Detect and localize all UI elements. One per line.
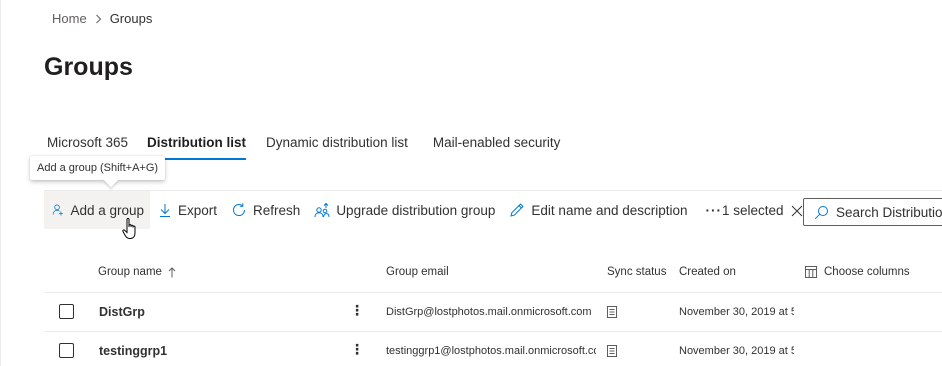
people-upgrade-icon [314, 202, 330, 218]
column-header-sync-status[interactable]: Sync status [607, 266, 666, 278]
column-header-group-name[interactable]: Group name [98, 266, 176, 278]
page-title: Groups [44, 53, 133, 81]
created-on: November 30, 2019 at 5: [679, 345, 794, 357]
row-checkbox[interactable] [59, 343, 74, 358]
created-on: November 30, 2019 at 5: [679, 306, 794, 318]
add-group-tooltip: Add a group (Shift+A+G) [30, 156, 166, 188]
column-header-group-name-label: Group name [98, 266, 162, 278]
refresh-icon [233, 203, 246, 217]
choose-columns-label: Choose columns [824, 266, 910, 278]
refresh-button[interactable]: Refresh [225, 191, 306, 229]
sort-ascending-icon [168, 266, 176, 277]
upgrade-label: Upgrade distribution group [336, 202, 496, 218]
hand-pointer-icon [122, 217, 140, 246]
add-group-label: Add a group [70, 202, 144, 218]
add-person-icon [52, 204, 63, 216]
search-box[interactable] [803, 198, 942, 226]
choose-columns-button[interactable]: Choose columns [805, 266, 910, 278]
sync-status-icon [607, 344, 617, 362]
column-header-group-email[interactable]: Group email [386, 266, 449, 278]
header-divider [44, 292, 942, 293]
breadcrumb: Home Groups [52, 11, 152, 26]
clear-selection-icon[interactable] [791, 205, 803, 217]
breadcrumb-home[interactable]: Home [52, 11, 87, 26]
export-button[interactable]: Export [152, 191, 223, 229]
download-icon [160, 204, 170, 217]
selected-count: 1 selected [722, 203, 784, 218]
command-bar: Add a group Export Refresh Upgrade distr… [44, 191, 728, 229]
row-more-icon[interactable]: ⋮ [350, 342, 364, 356]
export-label: Export [178, 202, 218, 218]
group-email: testinggrp1@lostphotos.mail.onmicrosoft.… [386, 345, 596, 357]
edit-label: Edit name and description [531, 202, 688, 218]
tooltip-beak [103, 172, 119, 188]
column-header-created-on-label: Created on [679, 266, 736, 278]
group-email: DistGrp@lostphotos.mail.onmicrosoft.com [386, 306, 592, 318]
refresh-label: Refresh [253, 202, 301, 218]
breadcrumb-current: Groups [109, 11, 153, 26]
chevron-right-icon [95, 14, 102, 24]
row-more-icon[interactable]: ⋮ [350, 303, 364, 317]
columns-icon [805, 266, 817, 278]
group-name[interactable]: DistGrp [99, 305, 145, 319]
sync-status-icon [607, 305, 617, 323]
row-checkbox[interactable] [59, 304, 74, 319]
tab-mail-enabled-security[interactable]: Mail-enabled security [433, 135, 561, 160]
search-icon [814, 205, 828, 219]
selection-status: 1 selected [722, 203, 803, 218]
group-name[interactable]: testinggrp1 [99, 344, 167, 358]
column-header-group-email-label: Group email [386, 266, 449, 278]
row-divider [44, 331, 942, 332]
search-input[interactable] [836, 204, 942, 220]
column-header-created-on[interactable]: Created on [679, 266, 736, 278]
content-divider [0, 0, 1, 366]
upgrade-distribution-group-button[interactable]: Upgrade distribution group [308, 191, 501, 229]
edit-name-description-button[interactable]: Edit name and description [503, 191, 693, 229]
pencil-icon [510, 203, 525, 217]
tab-dynamic-distribution-list[interactable]: Dynamic distribution list [266, 135, 408, 160]
tooltip-text: Add a group (Shift+A+G) [37, 162, 159, 174]
column-header-sync-status-label: Sync status [607, 266, 667, 278]
